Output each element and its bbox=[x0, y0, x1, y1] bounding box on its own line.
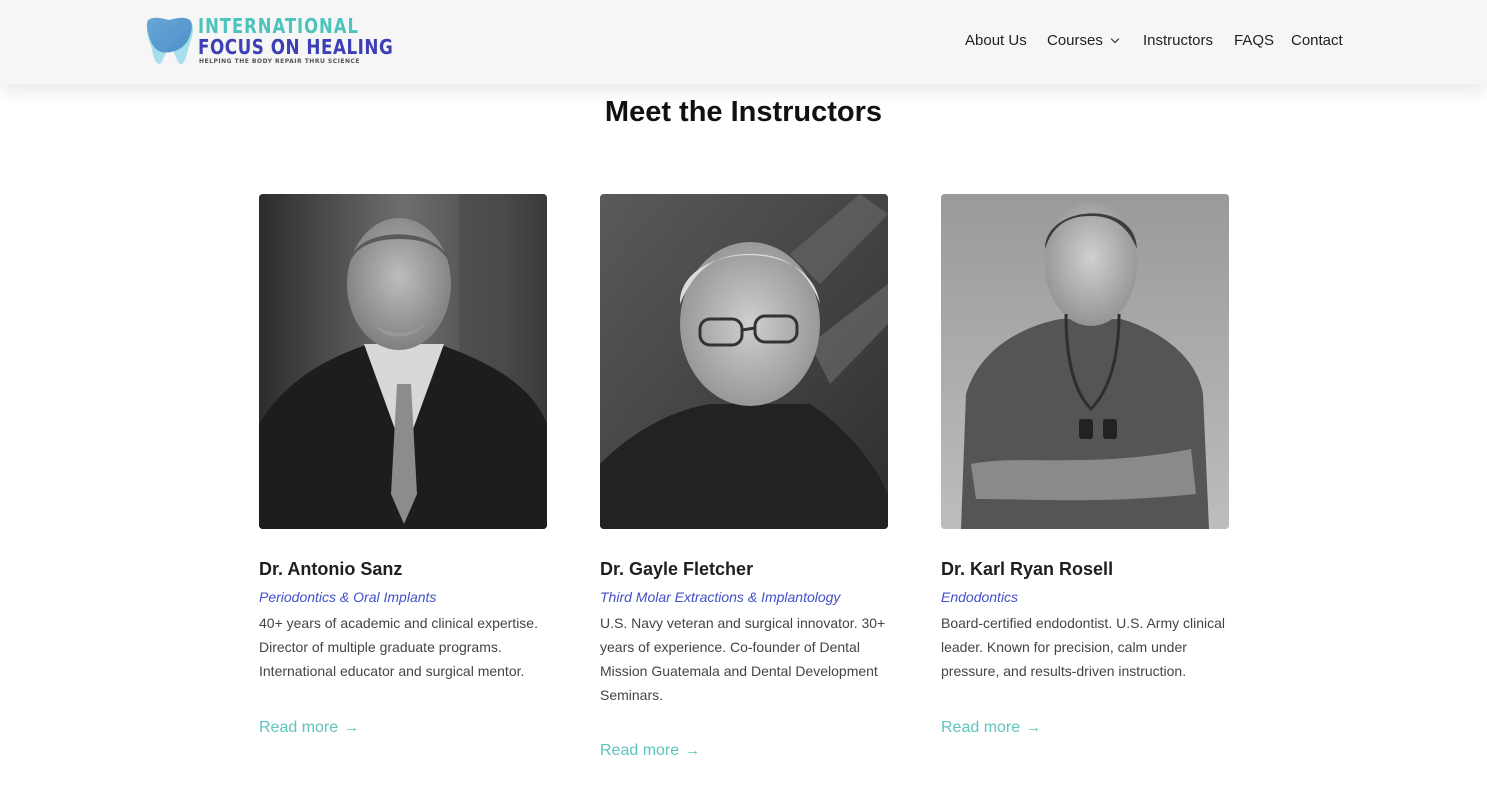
instructor-photo bbox=[600, 194, 888, 529]
read-more-link[interactable]: Read more → bbox=[259, 718, 359, 738]
nav-faqs[interactable]: FAQS bbox=[1234, 31, 1274, 51]
instructor-card: Dr. Karl Ryan Rosell Endodontics Board-c… bbox=[941, 194, 1229, 736]
nav-courses-label: Courses bbox=[1047, 32, 1103, 49]
portrait-image bbox=[600, 194, 888, 529]
instructor-photo bbox=[941, 194, 1229, 529]
read-more-label: Read more bbox=[259, 719, 339, 736]
chevron-down-icon bbox=[1110, 34, 1120, 44]
portrait-image bbox=[259, 194, 547, 529]
logo-tagline: HELPING THE BODY REPAIR THRU SCIENCE bbox=[199, 58, 360, 65]
instructor-card: Dr. Gayle Fletcher Third Molar Extractio… bbox=[600, 194, 888, 759]
instructor-name: Dr. Gayle Fletcher bbox=[600, 559, 754, 579]
instructor-bio: 40+ years of academic and clinical exper… bbox=[259, 615, 538, 679]
logo-title-line1: INTERNATIONAL bbox=[198, 14, 359, 38]
arrow-right-icon: → bbox=[1026, 719, 1042, 736]
read-more-label: Read more bbox=[941, 719, 1021, 736]
instructor-card: Dr. Antonio Sanz Periodontics & Oral Imp… bbox=[259, 194, 547, 736]
read-more-label: Read more bbox=[600, 742, 680, 759]
site-logo[interactable]: INTERNATIONAL FOCUS ON HEALING HELPING T… bbox=[145, 14, 393, 67]
instructor-name: Dr. Antonio Sanz bbox=[259, 559, 403, 579]
arrow-right-icon: → bbox=[344, 719, 360, 736]
instructor-specialty: Endodontics bbox=[941, 589, 1019, 605]
instructor-bio: Board-certified endodontist. U.S. Army c… bbox=[941, 615, 1226, 679]
section-title: Meet the Instructors bbox=[604, 96, 883, 128]
read-more-link[interactable]: Read more → bbox=[600, 741, 700, 761]
site-header: INTERNATIONAL FOCUS ON HEALING HELPING T… bbox=[0, 0, 1487, 84]
instructor-bio: U.S. Navy veteran and surgical innovator… bbox=[600, 615, 886, 703]
nav-contact[interactable]: Contact bbox=[1291, 31, 1343, 51]
instructor-name: Dr. Karl Ryan Rosell bbox=[941, 559, 1114, 579]
instructor-specialty: Third Molar Extractions & Implantology bbox=[600, 589, 841, 605]
nav-courses[interactable]: Courses bbox=[1047, 31, 1120, 51]
portrait-image bbox=[941, 194, 1229, 529]
instructor-specialty: Periodontics & Oral Implants bbox=[259, 589, 437, 605]
nav-instructors[interactable]: Instructors bbox=[1143, 31, 1213, 51]
instructor-photo bbox=[259, 194, 547, 529]
nav-about-us[interactable]: About Us bbox=[965, 31, 1027, 51]
logo-title-line2: FOCUS ON HEALING bbox=[198, 35, 394, 59]
tooth-logo-icon bbox=[146, 17, 193, 65]
arrow-right-icon: → bbox=[685, 742, 701, 759]
read-more-link[interactable]: Read more → bbox=[941, 718, 1041, 738]
